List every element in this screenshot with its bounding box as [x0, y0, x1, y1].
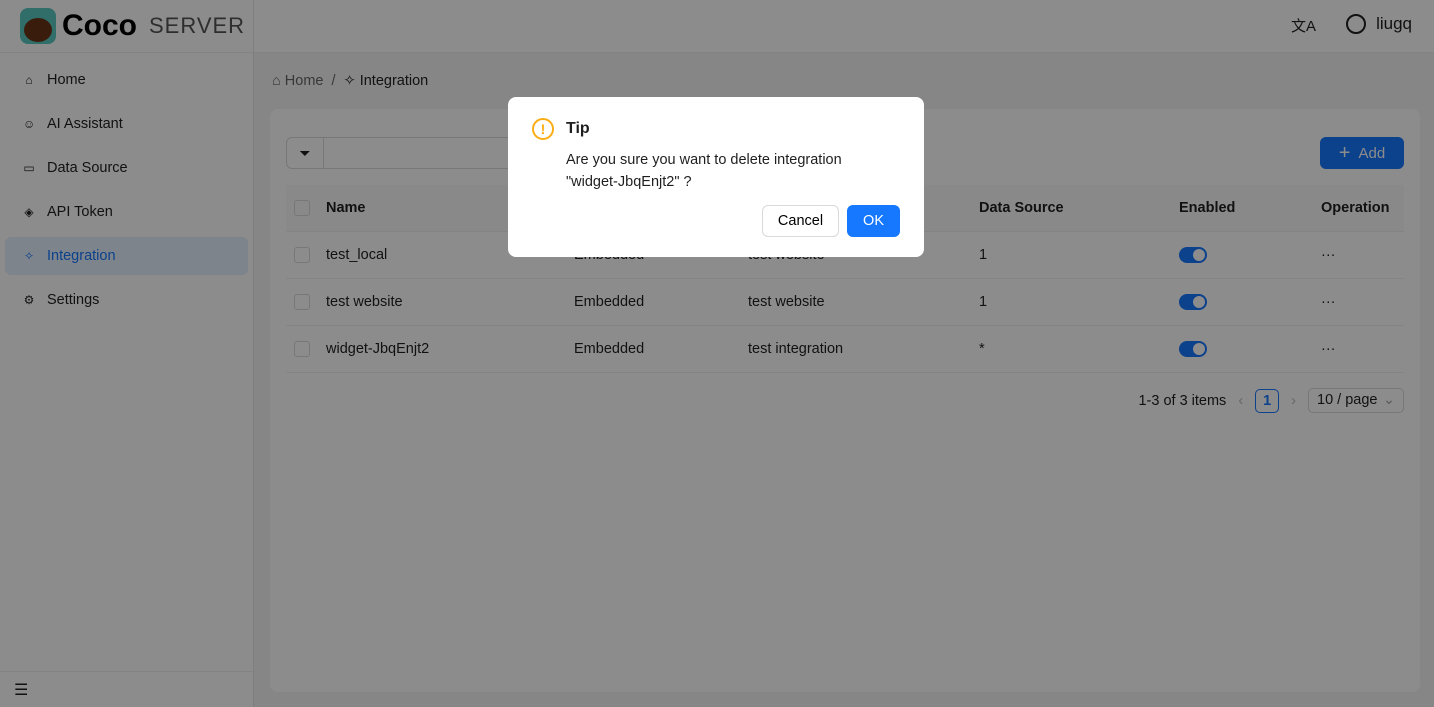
ok-button[interactable]: OK: [847, 205, 900, 237]
cancel-button[interactable]: Cancel: [761, 205, 840, 237]
dialog-message: Are you sure you want to delete integrat…: [566, 152, 842, 190]
dialog-title: Tip: [566, 120, 590, 137]
warning-icon: !: [532, 118, 554, 140]
confirm-dialog: ! Tip Are you sure you want to delete in…: [508, 97, 924, 257]
